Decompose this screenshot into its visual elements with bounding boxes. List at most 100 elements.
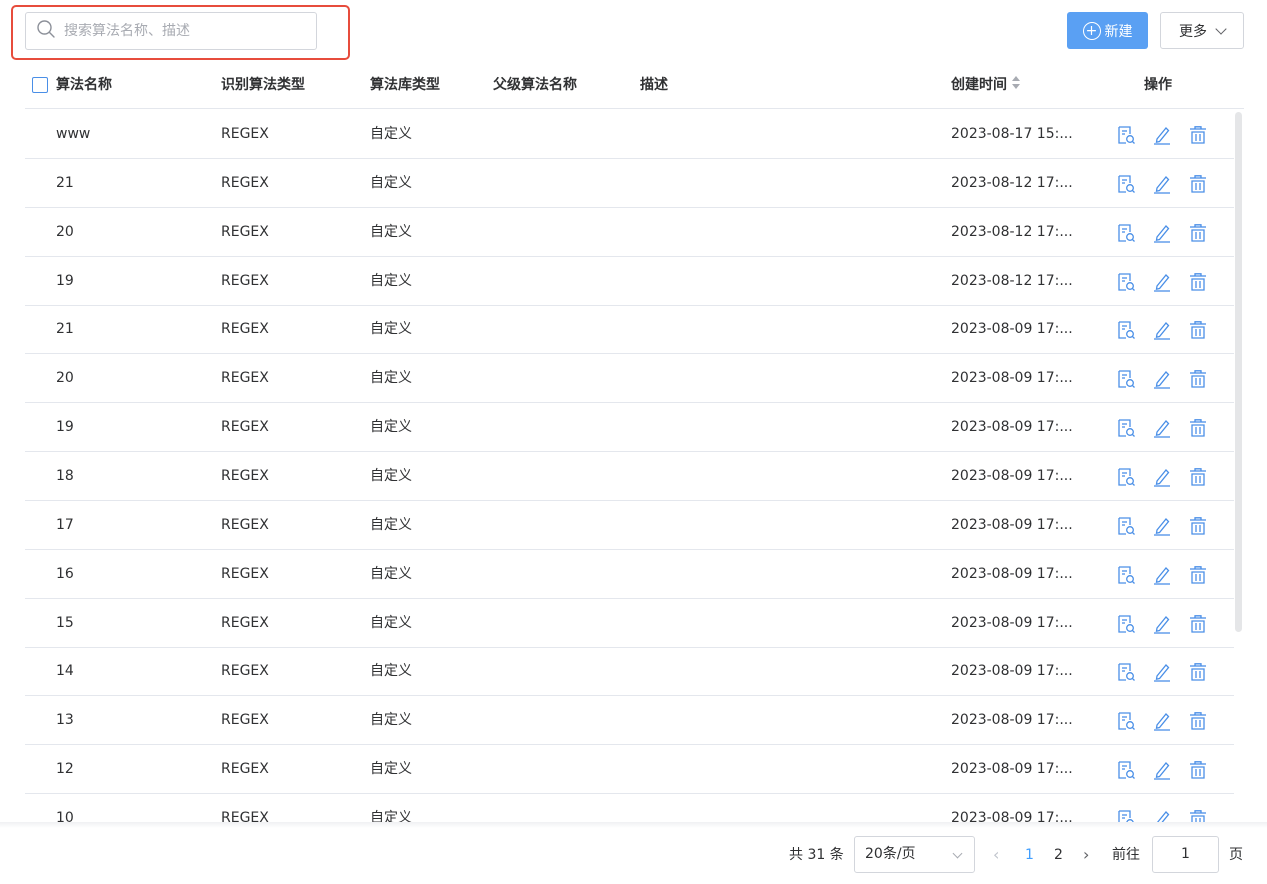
table-row[interactable]: 21 REGEX 自定义 2023-08-12 17:... — [25, 159, 1234, 208]
cell-name: 14 — [56, 663, 74, 680]
table-row[interactable]: 20 REGEX 自定义 2023-08-09 17:... — [25, 354, 1234, 404]
search-box[interactable] — [25, 12, 317, 50]
cell-lib: 自定义 — [370, 467, 412, 484]
table-row[interactable]: 14 REGEX 自定义 2023-08-09 17:... — [25, 647, 1234, 697]
pagination: 共 31 条 20条/页 ‹ 1 2 › 前往 1 页 — [0, 836, 1267, 874]
view-detail-icon[interactable] — [1115, 710, 1137, 732]
select-all-checkbox[interactable] — [32, 77, 48, 93]
cell-name: 13 — [56, 712, 74, 729]
cell-name: 12 — [56, 761, 74, 778]
view-detail-icon[interactable] — [1115, 222, 1137, 244]
delete-icon[interactable] — [1187, 417, 1209, 439]
edit-icon[interactable] — [1151, 173, 1173, 195]
view-detail-icon[interactable] — [1115, 368, 1137, 390]
table-row[interactable]: 19 REGEX 自定义 2023-08-12 17:... — [25, 257, 1234, 306]
view-detail-icon[interactable] — [1115, 271, 1137, 293]
delete-icon[interactable] — [1187, 710, 1209, 732]
view-detail-icon[interactable] — [1115, 417, 1137, 439]
delete-icon[interactable] — [1187, 564, 1209, 586]
cell-name: 21 — [56, 321, 74, 338]
cell-type: REGEX — [221, 663, 269, 680]
cell-type: REGEX — [221, 174, 269, 191]
cell-lib: 自定义 — [370, 712, 412, 729]
edit-icon[interactable] — [1151, 515, 1173, 537]
view-detail-icon[interactable] — [1115, 759, 1137, 781]
chevron-down-icon — [1215, 22, 1227, 35]
delete-icon[interactable] — [1187, 222, 1209, 244]
delete-icon[interactable] — [1187, 319, 1209, 341]
cell-type: REGEX — [221, 467, 269, 484]
table-scrollbar[interactable] — [1235, 112, 1242, 632]
view-detail-icon[interactable] — [1115, 173, 1137, 195]
edit-icon[interactable] — [1151, 319, 1173, 341]
sort-icon[interactable] — [1011, 76, 1021, 90]
table-row[interactable]: 10 REGEX 自定义 2023-08-09 17:... — [25, 794, 1234, 824]
search-input[interactable] — [64, 23, 304, 39]
cell-lib: 自定义 — [370, 370, 412, 387]
edit-icon[interactable] — [1151, 564, 1173, 586]
delete-icon[interactable] — [1187, 661, 1209, 683]
table-row[interactable]: 15 REGEX 自定义 2023-08-09 17:... — [25, 599, 1234, 648]
edit-icon[interactable] — [1151, 710, 1173, 732]
cell-created: 2023-08-09 17:... — [951, 614, 1073, 631]
cell-type: REGEX — [221, 272, 269, 289]
table-row[interactable]: 13 REGEX 自定义 2023-08-09 17:... — [25, 696, 1234, 746]
page-suffix-label: 页 — [1229, 847, 1243, 863]
view-detail-icon[interactable] — [1115, 319, 1137, 341]
delete-icon[interactable] — [1187, 271, 1209, 293]
edit-icon[interactable] — [1151, 759, 1173, 781]
delete-icon[interactable] — [1187, 173, 1209, 195]
edit-icon[interactable] — [1151, 271, 1173, 293]
cell-type: REGEX — [221, 565, 269, 582]
divider — [0, 822, 1267, 828]
row-actions — [1115, 613, 1209, 635]
chevron-down-icon — [952, 848, 963, 859]
cell-created: 2023-08-17 15:... — [951, 126, 1073, 142]
table-row[interactable]: 21 REGEX 自定义 2023-08-09 17:... — [25, 305, 1234, 355]
table-row[interactable]: 19 REGEX 自定义 2023-08-09 17:... — [25, 403, 1234, 453]
cell-lib: 自定义 — [370, 663, 412, 680]
table-row[interactable]: 18 REGEX 自定义 2023-08-09 17:... — [25, 452, 1234, 501]
view-detail-icon[interactable] — [1115, 661, 1137, 683]
table-row[interactable]: 17 REGEX 自定义 2023-08-09 17:... — [25, 501, 1234, 550]
edit-icon[interactable] — [1151, 466, 1173, 488]
delete-icon[interactable] — [1187, 124, 1209, 146]
view-detail-icon[interactable] — [1115, 515, 1137, 537]
cell-created: 2023-08-09 17:... — [951, 516, 1073, 533]
table-row[interactable]: www REGEX 自定义 2023-08-17 15:... — [25, 110, 1234, 159]
goto-page-input[interactable]: 1 — [1152, 836, 1219, 873]
delete-icon[interactable] — [1187, 515, 1209, 537]
delete-icon[interactable] — [1187, 368, 1209, 390]
edit-icon[interactable] — [1151, 222, 1173, 244]
next-page-button[interactable]: › — [1083, 836, 1089, 874]
new-button[interactable]: + 新建 — [1067, 12, 1148, 49]
view-detail-icon[interactable] — [1115, 466, 1137, 488]
table-row[interactable]: 20 REGEX 自定义 2023-08-12 17:... — [25, 208, 1234, 257]
table-row[interactable]: 12 REGEX 自定义 2023-08-09 17:... — [25, 745, 1234, 795]
view-detail-icon[interactable] — [1115, 564, 1137, 586]
delete-icon[interactable] — [1187, 613, 1209, 635]
edit-icon[interactable] — [1151, 661, 1173, 683]
cell-type: REGEX — [221, 419, 269, 436]
column-header-created[interactable]: 创建时间 — [951, 63, 1021, 108]
view-detail-icon[interactable] — [1115, 124, 1137, 146]
delete-icon[interactable] — [1187, 759, 1209, 781]
row-actions — [1115, 564, 1209, 586]
table-body[interactable]: www REGEX 自定义 2023-08-17 15:... 21 REGEX 自定义 20… — [25, 110, 1244, 824]
prev-page-button[interactable]: ‹ — [993, 836, 999, 874]
page-size-select[interactable]: 20条/页 — [854, 836, 975, 873]
cell-lib: 自定义 — [370, 223, 412, 240]
edit-icon[interactable] — [1151, 613, 1173, 635]
delete-icon[interactable] — [1187, 466, 1209, 488]
cell-name: 19 — [56, 272, 74, 289]
row-actions — [1115, 222, 1209, 244]
edit-icon[interactable] — [1151, 124, 1173, 146]
table-row[interactable]: 16 REGEX 自定义 2023-08-09 17:... — [25, 550, 1234, 599]
cell-type: REGEX — [221, 126, 269, 142]
edit-icon[interactable] — [1151, 417, 1173, 439]
page-number-1[interactable]: 1 — [1025, 836, 1034, 874]
view-detail-icon[interactable] — [1115, 613, 1137, 635]
more-button[interactable]: 更多 — [1160, 12, 1244, 49]
edit-icon[interactable] — [1151, 368, 1173, 390]
page-number-2[interactable]: 2 — [1054, 836, 1063, 874]
